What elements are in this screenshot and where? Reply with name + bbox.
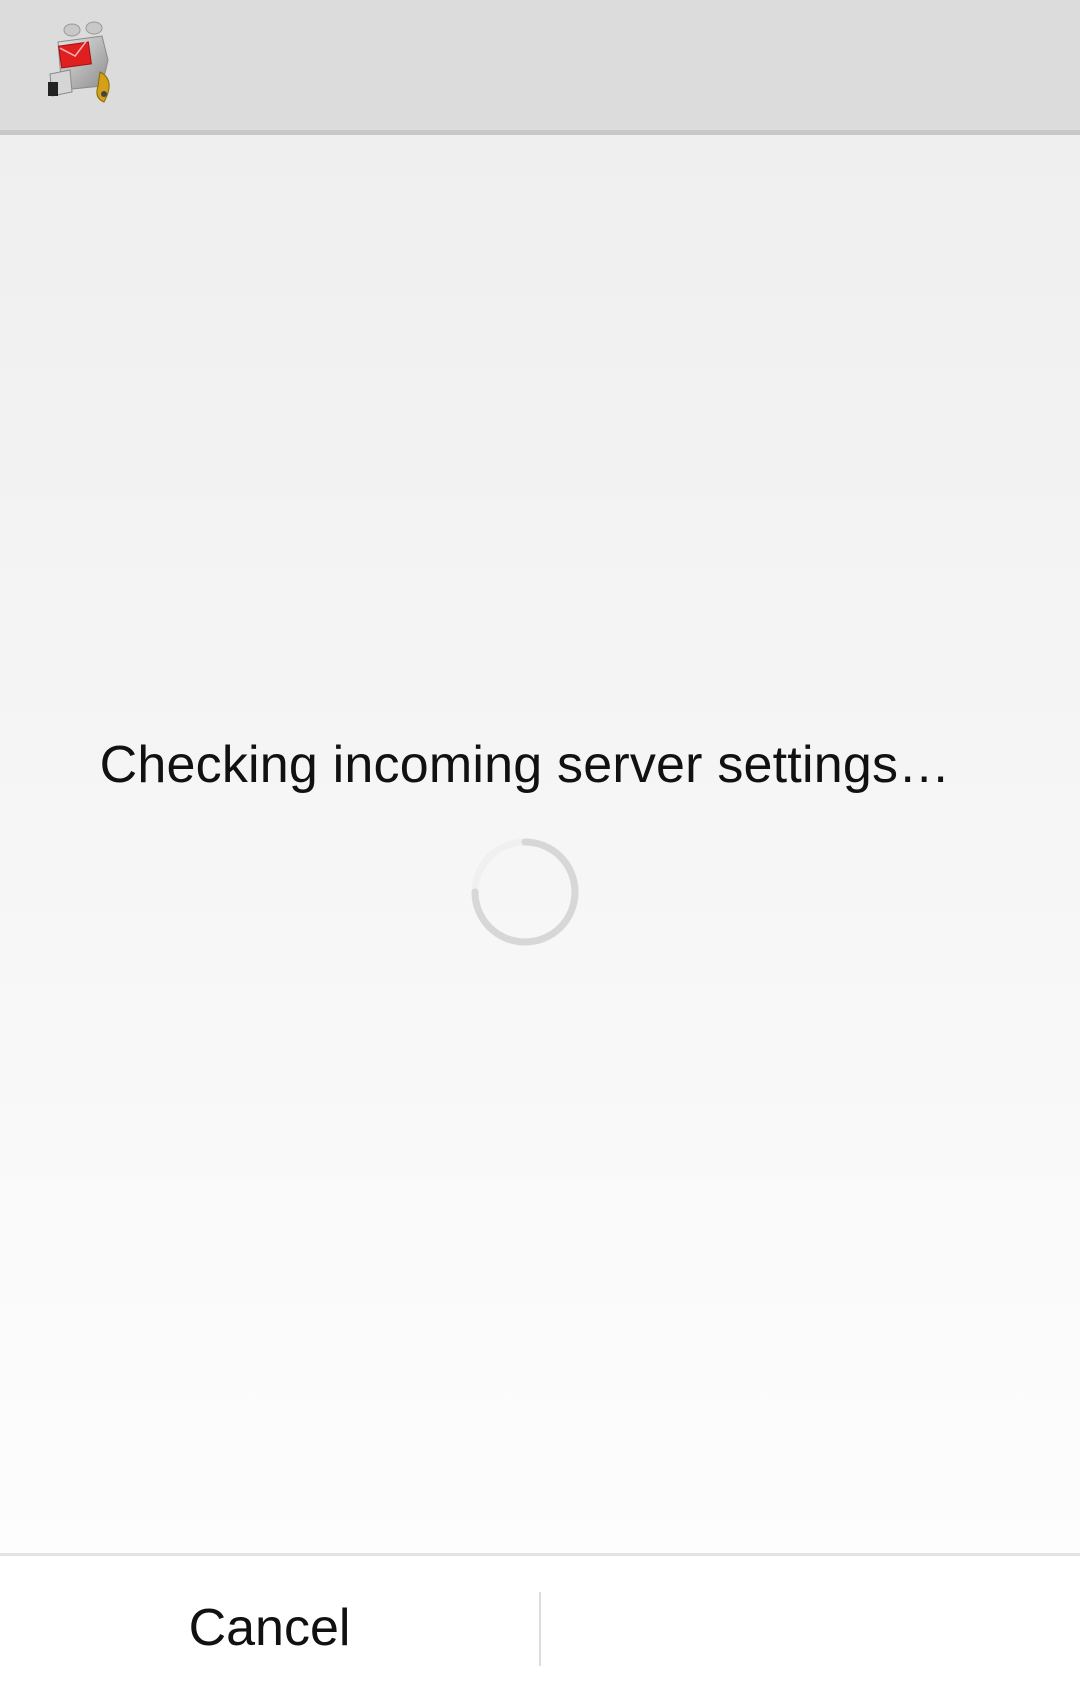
status-message: Checking incoming server settings…	[99, 736, 951, 794]
mail-robot-icon	[48, 21, 110, 103]
account-setup-check-screen: Checking incoming server settings… Cance…	[0, 0, 1080, 1699]
button-bar: Cancel	[0, 1553, 1080, 1699]
action-bar	[0, 0, 1080, 135]
loading-spinner-icon	[471, 838, 579, 946]
content-area: Checking incoming server settings…	[0, 135, 1080, 1553]
empty-button-slot	[541, 1556, 1080, 1699]
cancel-button[interactable]: Cancel	[0, 1556, 539, 1699]
